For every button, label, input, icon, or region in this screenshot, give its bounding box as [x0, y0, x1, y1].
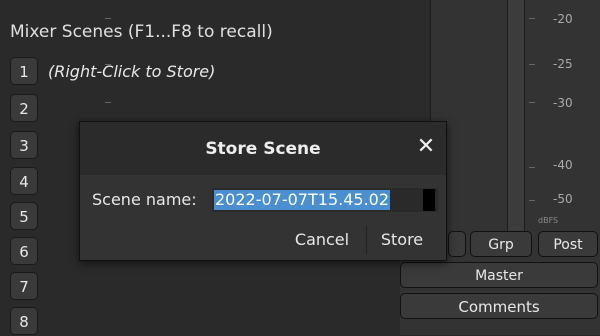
close-icon[interactable]: ✕	[413, 134, 439, 160]
db-label: -50	[553, 192, 573, 206]
scene-button-5[interactable]: 5	[10, 202, 38, 230]
meter-tick	[105, 102, 111, 103]
scenes-title: Mixer Scenes (F1...F8 to recall)	[10, 22, 273, 42]
db-label: -40	[553, 158, 573, 172]
store-button[interactable]: Store	[366, 226, 437, 254]
meter-tick	[529, 64, 535, 65]
scene-button-7[interactable]: 7	[10, 272, 38, 300]
store-scene-dialog: Store Scene ✕ Scene name: 2022-07-07T15.…	[79, 121, 447, 261]
post-button[interactable]: Post	[538, 231, 598, 257]
meter-tick	[529, 167, 535, 168]
meter-tick	[529, 102, 535, 103]
scene-store-hint: (Right-Click to Store)	[48, 62, 216, 81]
db-label: -30	[553, 96, 573, 110]
meter-tick	[105, 18, 111, 19]
dbfs-unit-label: dBFS	[538, 216, 559, 225]
dialog-title: Store Scene	[205, 139, 321, 159]
comments-button[interactable]: Comments	[400, 293, 598, 319]
scene-button-8[interactable]: 8	[10, 307, 38, 335]
scene-button-2[interactable]: 2	[10, 94, 38, 122]
scene-name-label: Scene name:	[92, 190, 197, 209]
scene-button-3[interactable]: 3	[10, 131, 38, 159]
scene-name-value[interactable]: 2022-07-07T15.45.02	[214, 190, 391, 210]
master-button[interactable]: Master	[400, 262, 598, 288]
level-meter	[507, 0, 525, 232]
meter-tick	[529, 200, 535, 201]
scene-button-1[interactable]: 1	[10, 57, 38, 85]
text-cursor	[423, 189, 435, 211]
scene-button-4[interactable]: 4	[10, 167, 38, 195]
scene-button-6[interactable]: 6	[10, 237, 38, 265]
db-label: -20	[553, 12, 573, 26]
db-label: -25	[553, 57, 573, 71]
meter-tick	[529, 18, 535, 19]
meter-tick	[105, 64, 111, 65]
grp-button[interactable]: Grp	[470, 231, 532, 257]
cancel-button[interactable]: Cancel	[285, 226, 359, 254]
mixer-toggle-button[interactable]	[448, 231, 466, 257]
